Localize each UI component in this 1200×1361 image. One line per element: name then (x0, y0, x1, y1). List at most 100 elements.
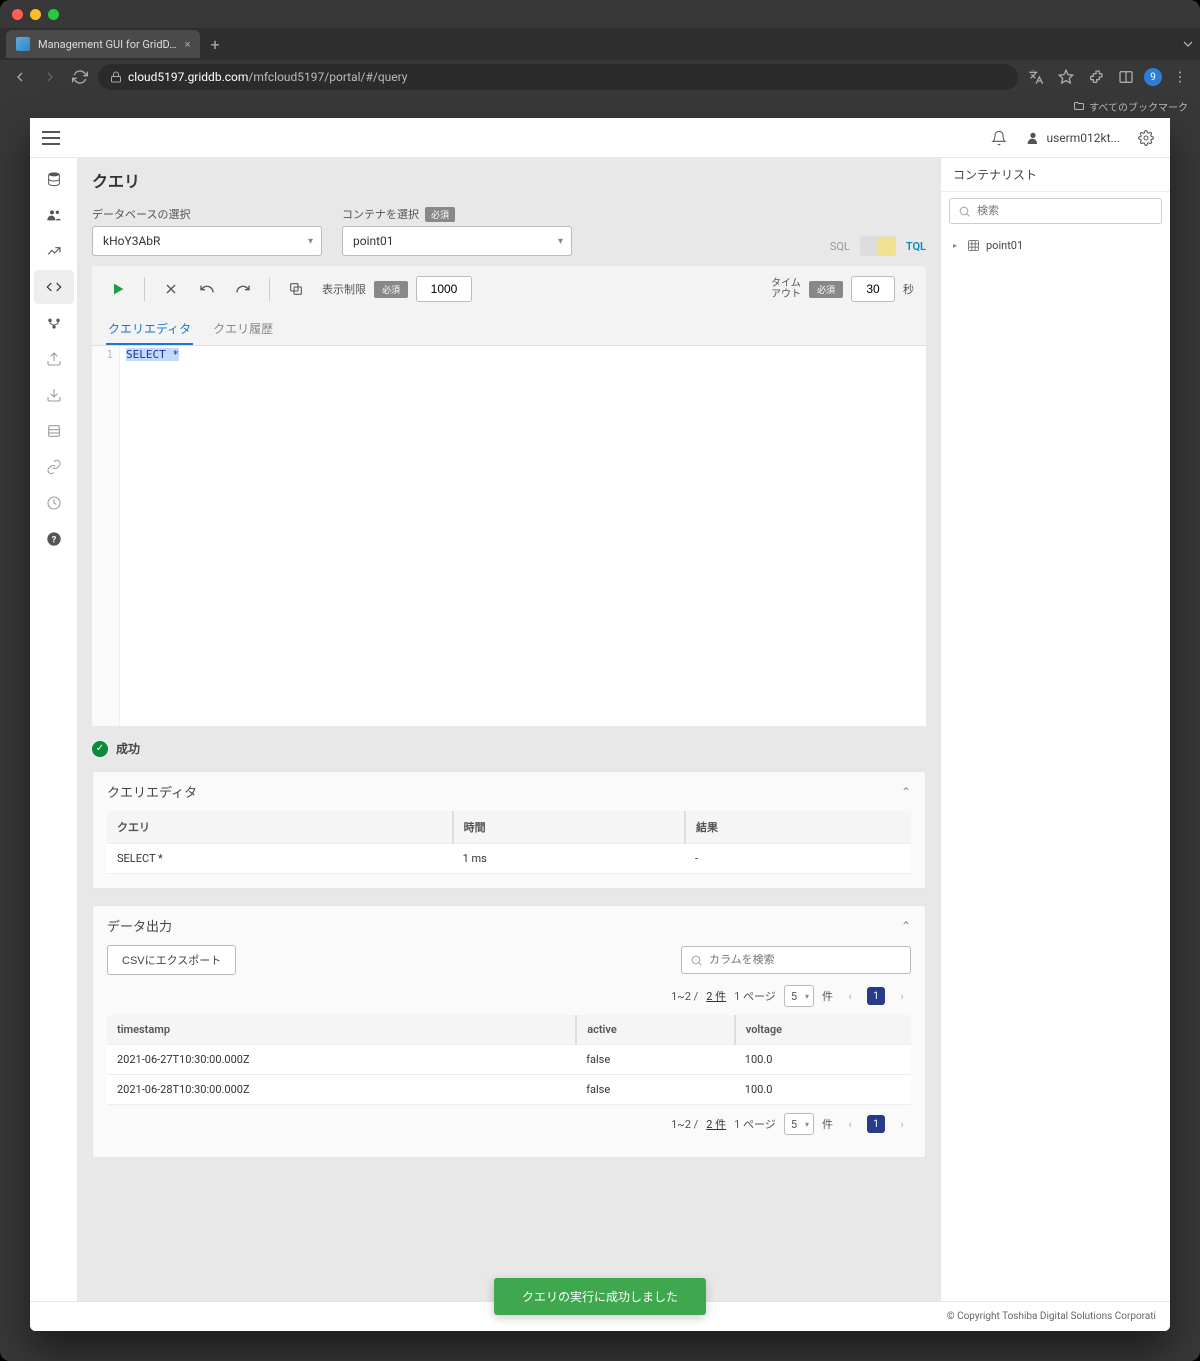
back-button[interactable] (8, 65, 32, 89)
minimize-window-button[interactable] (30, 9, 41, 20)
container-search[interactable] (949, 198, 1162, 224)
username-label: userm012kt... (1047, 131, 1121, 145)
next-page-button[interactable]: › (893, 987, 911, 1005)
bookmarks-bar: すべてのブックマーク (0, 94, 1200, 118)
column-search-input[interactable] (709, 954, 902, 966)
star-icon[interactable] (1054, 65, 1078, 89)
maximize-window-button[interactable] (48, 9, 59, 20)
line-number: 1 (94, 348, 113, 361)
table-row: 2021-06-28T10:30:00.000Z false 100.0 (107, 1075, 911, 1105)
code-content: SELECT * (126, 348, 179, 361)
display-limit-input[interactable] (416, 276, 472, 302)
panel-header[interactable]: クエリエディタ ⌃ (93, 772, 925, 811)
prev-page-button[interactable]: ‹ (841, 1115, 859, 1133)
caret-right-icon: ▸ (953, 241, 961, 250)
sidebar: ? (30, 158, 78, 1331)
db-select[interactable]: kHoY3AbR (92, 226, 322, 256)
copyright-text: © Copyright Toshiba Digital Solutions Co… (947, 1311, 1156, 1322)
sidebar-item-link[interactable] (34, 450, 74, 484)
favicon (16, 37, 30, 51)
required-badge: 必須 (425, 207, 455, 222)
sidebar-item-help[interactable]: ? (34, 522, 74, 556)
notifications-icon[interactable] (987, 126, 1011, 150)
col-query: クエリ (107, 811, 453, 844)
column-search[interactable] (681, 946, 911, 974)
run-button[interactable] (104, 275, 132, 303)
browser-tab[interactable]: Management GUI for GridD… × (6, 30, 200, 58)
sidebar-item-users[interactable] (34, 198, 74, 232)
col-time: 時間 (453, 811, 685, 844)
timeout-label-2: アウト (771, 289, 801, 300)
sidebar-item-connect[interactable] (34, 306, 74, 340)
tree-item-label: point01 (986, 239, 1023, 252)
close-window-button[interactable] (12, 9, 23, 20)
tab-query-editor[interactable]: クエリエディタ (106, 312, 193, 345)
container-select-label: コンテナを選択 (342, 206, 419, 222)
required-badge: 必須 (374, 281, 408, 298)
code-editor[interactable]: 1 SELECT * (92, 346, 926, 726)
page-number[interactable]: 1 (867, 987, 885, 1005)
col-active: active (576, 1015, 735, 1045)
col-voltage: voltage (735, 1015, 911, 1045)
sidebar-item-query[interactable] (34, 270, 74, 304)
prev-page-button[interactable]: ‹ (841, 987, 859, 1005)
svg-text:?: ? (51, 534, 56, 545)
timeout-input[interactable] (851, 276, 895, 302)
menu-toggle-button[interactable] (42, 131, 60, 145)
extensions-icon[interactable] (1084, 65, 1108, 89)
db-select-label: データベースの選択 (92, 206, 322, 222)
profile-badge[interactable]: 9 (1144, 68, 1162, 86)
browser-toolbar: cloud5197.griddb.com/mfcloud5197/portal/… (0, 60, 1200, 94)
sidebar-item-download[interactable] (34, 378, 74, 412)
close-tab-icon[interactable]: × (185, 38, 191, 51)
tree-item-point01[interactable]: ▸ point01 (951, 236, 1160, 255)
clear-button[interactable] (157, 275, 185, 303)
translate-icon[interactable] (1024, 65, 1048, 89)
export-csv-button[interactable]: CSVにエクスポート (107, 945, 236, 975)
bookmarks-label[interactable]: すべてのブックマーク (1089, 99, 1188, 114)
container-list-panel: コンテナリスト ▸ point01 (940, 158, 1170, 1331)
settings-icon[interactable] (1134, 126, 1158, 150)
window-dropdown-icon[interactable] (1176, 32, 1200, 56)
panel-header[interactable]: データ出力 ⌃ (93, 906, 925, 945)
mode-tql-label: TQL (906, 240, 926, 253)
macos-titlebar (0, 0, 1200, 28)
new-tab-button[interactable]: + (210, 35, 219, 54)
rows-per-page-select[interactable]: 5 (784, 985, 814, 1007)
mode-sql-label: SQL (830, 240, 850, 253)
reload-button[interactable] (68, 65, 92, 89)
url-host: cloud5197.griddb.com (128, 70, 248, 84)
mode-toggle[interactable] (860, 236, 896, 256)
url-input[interactable]: cloud5197.griddb.com/mfcloud5197/portal/… (98, 64, 1018, 90)
pager-bottom: 1~2 / 2 件 1 ページ 5 件 ‹ 1 › (107, 1113, 911, 1135)
app-header: userm012kt... (30, 118, 1170, 158)
rows-per-page-select[interactable]: 5 (784, 1113, 814, 1135)
container-select[interactable]: point01 (342, 226, 572, 256)
container-list-title: コンテナリスト (941, 158, 1170, 192)
sidebar-item-history[interactable] (34, 486, 74, 520)
col-timestamp: timestamp (107, 1015, 576, 1045)
copy-button[interactable] (282, 275, 310, 303)
page-number[interactable]: 1 (867, 1115, 885, 1133)
undo-button[interactable] (193, 275, 221, 303)
panel-icon[interactable] (1114, 65, 1138, 89)
redo-button[interactable] (229, 275, 257, 303)
forward-button[interactable] (38, 65, 62, 89)
user-menu[interactable]: userm012kt... (1025, 130, 1121, 146)
chevron-up-icon: ⌃ (901, 919, 911, 933)
table-row: 2021-06-27T10:30:00.000Z false 100.0 (107, 1045, 911, 1075)
data-table: timestamp active voltage 2021-06-27T10:3… (107, 1015, 911, 1105)
required-badge: 必須 (809, 281, 843, 298)
url-path: /mfcloud5197/portal/#/query (248, 70, 407, 84)
sidebar-item-upload[interactable] (34, 342, 74, 376)
col-result: 結果 (685, 811, 911, 844)
panel-title: クエリエディタ (107, 782, 197, 801)
tab-query-history[interactable]: クエリ履歴 (211, 312, 275, 345)
kebab-menu-icon[interactable] (1168, 65, 1192, 89)
sidebar-item-chart[interactable] (34, 234, 74, 268)
container-search-input[interactable] (977, 205, 1153, 217)
sidebar-item-database[interactable] (34, 162, 74, 196)
next-page-button[interactable]: › (893, 1115, 911, 1133)
sidebar-item-list[interactable] (34, 414, 74, 448)
panel-title: データ出力 (107, 916, 172, 935)
